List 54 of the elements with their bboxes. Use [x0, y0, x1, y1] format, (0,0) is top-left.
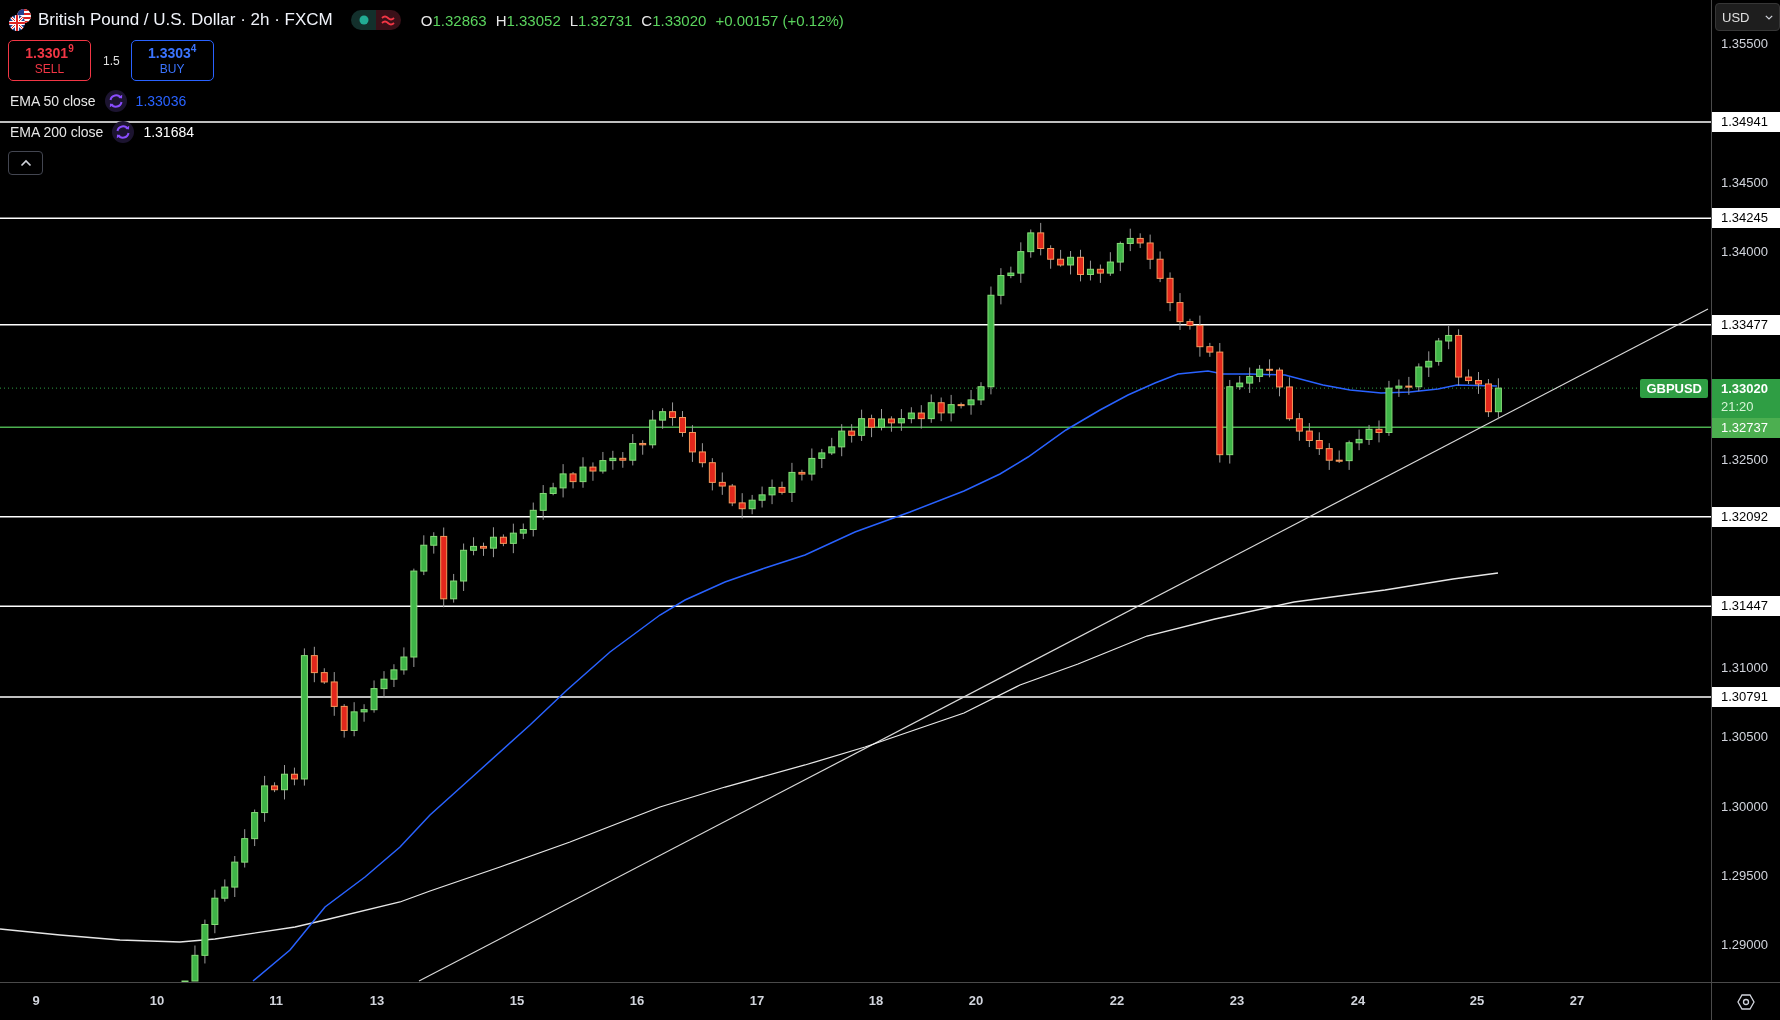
approx-wave-icon: [375, 10, 401, 30]
price-level-label: 1.33477: [1712, 314, 1780, 335]
price-axis-label: 1.29000: [1721, 937, 1768, 954]
price-axis-label: 1.35500: [1721, 36, 1768, 53]
indicator-value: 1.33036: [135, 93, 187, 109]
countdown-timer: 21:20: [1721, 398, 1755, 417]
price-level-label: 1.32737: [1712, 418, 1780, 439]
collapse-button[interactable]: [8, 151, 43, 175]
price-axis-label: 1.29500: [1721, 868, 1768, 884]
date-label: 24: [1350, 993, 1366, 1009]
date-label: 18: [868, 993, 884, 1009]
date-label: 27: [1569, 993, 1585, 1009]
price-axis-label: 1.34500: [1721, 175, 1768, 191]
currency-dropdown[interactable]: USD: [1715, 3, 1780, 31]
ohlc-value: C1.33020: [641, 11, 707, 29]
price-axis-label: 1.30500: [1721, 729, 1768, 746]
price-level-label: 1.32092: [1712, 506, 1780, 527]
price-axis-label: 1.31000: [1721, 660, 1768, 677]
date-label: 17: [749, 993, 765, 1009]
ohlc-value: O1.32863: [420, 11, 487, 29]
chevron-up-icon: [19, 159, 32, 167]
price-level-label: 1.34941: [1712, 111, 1780, 132]
date-label: 9: [32, 993, 40, 1009]
settings-icon[interactable]: [1737, 992, 1755, 1011]
symbol-title: British Pound / U.S. Dollar · 2h · FXCM: [38, 10, 333, 30]
sell-button[interactable]: 1.3301$^{9}$ SELL: [8, 40, 91, 81]
ohlc-value: L1.32731: [569, 11, 633, 29]
price-level-label: 1.30791: [1712, 687, 1780, 708]
ohlc-value: H1.33052: [495, 11, 561, 29]
date-label: 23: [1229, 993, 1245, 1009]
buy-button[interactable]: 1.3303$^{4}$ BUY: [130, 40, 214, 81]
circular-arrows-icon[interactable]: [112, 121, 135, 143]
spread-value: 1.5: [103, 53, 120, 68]
indicator-name: EMA 50 close: [10, 93, 96, 109]
price-level-label: 1.34245: [1712, 208, 1780, 229]
date-label: 10: [149, 993, 165, 1009]
date-label: 25: [1469, 993, 1485, 1009]
date-label: 20: [968, 993, 984, 1009]
date-label: 22: [1109, 993, 1125, 1009]
date-label: 16: [629, 993, 645, 1009]
indicator-value: 1.31684: [143, 124, 194, 140]
date-label: 11: [269, 993, 283, 1009]
price-axis-label: 1.34000: [1721, 244, 1768, 261]
last-price-value: 1.33020: [1721, 380, 1769, 399]
currency-flags-icon: [8, 8, 32, 32]
date-label: 13: [369, 993, 385, 1009]
price-axis-label: 1.30000: [1721, 798, 1768, 815]
symbol-tag: GBPUSD: [1640, 379, 1708, 399]
chevron-down-icon: [1765, 14, 1773, 20]
price-level-label: 1.31447: [1712, 596, 1780, 617]
date-label: 15: [509, 993, 525, 1009]
price-change: +0.00157 (+0.12%): [715, 11, 844, 29]
price-axis-label: 1.32500: [1721, 452, 1768, 469]
indicator-name: EMA 200 close: [10, 124, 104, 140]
